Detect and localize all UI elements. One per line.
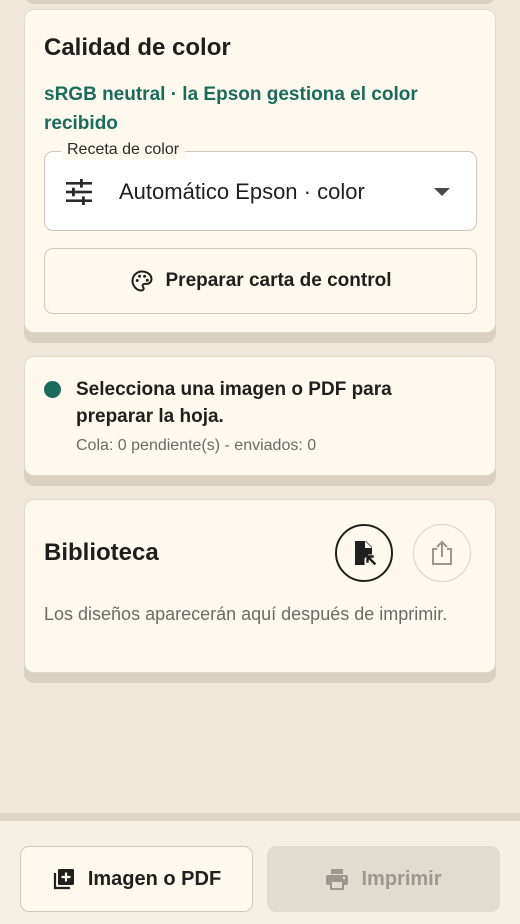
previous-card-edge	[24, 0, 496, 4]
add-image-or-pdf-label: Imagen o PDF	[87, 867, 222, 890]
color-quality-subtitle: sRGB neutral · la Epson gestiona el colo…	[44, 84, 418, 134]
import-file-button[interactable]	[335, 524, 393, 582]
palette-icon	[130, 270, 153, 292]
library-empty-text: Los diseños aparecerán aquí después de i…	[44, 604, 448, 624]
print-label: Imprimir	[361, 867, 442, 890]
status-card: Selecciona una imagen o PDF para prepara…	[24, 356, 496, 476]
printer-icon	[326, 869, 349, 890]
bottom-action-bar: Imagen o PDF Imprimir	[0, 813, 520, 924]
queue-status: Cola: 0 pendiente(s) - enviados: 0	[76, 437, 317, 454]
add-image-or-pdf-button[interactable]: Imagen o PDF	[20, 846, 253, 912]
add-to-queue-icon	[53, 869, 74, 890]
color-recipe-value: Automático Epson · color	[119, 179, 365, 204]
tune-icon	[66, 179, 92, 205]
color-recipe-select[interactable]: Receta de color Automático Epson · color	[44, 141, 477, 231]
color-quality-title: Calidad de color	[44, 34, 231, 61]
share-button[interactable]	[413, 524, 471, 582]
prepare-control-chart-button[interactable]: Preparar carta de control	[44, 248, 477, 314]
share-icon	[432, 540, 452, 565]
status-indicator-dot	[44, 381, 61, 398]
library-title: Biblioteca	[44, 539, 159, 566]
color-recipe-label: Receta de color	[61, 141, 186, 159]
dropdown-arrow-icon	[434, 188, 450, 196]
prepare-control-chart-label: Preparar carta de control	[165, 270, 392, 291]
print-button[interactable]: Imprimir	[267, 846, 500, 912]
status-message: Selecciona una imagen o PDF para prepara…	[76, 379, 392, 427]
color-quality-card: Calidad de color sRGB neutral · la Epson…	[24, 9, 496, 333]
library-card: Biblioteca Los diseños aparecerán aquí d…	[24, 499, 496, 673]
file-import-icon	[355, 541, 377, 566]
app-page: Calidad de color sRGB neutral · la Epson…	[0, 0, 520, 924]
